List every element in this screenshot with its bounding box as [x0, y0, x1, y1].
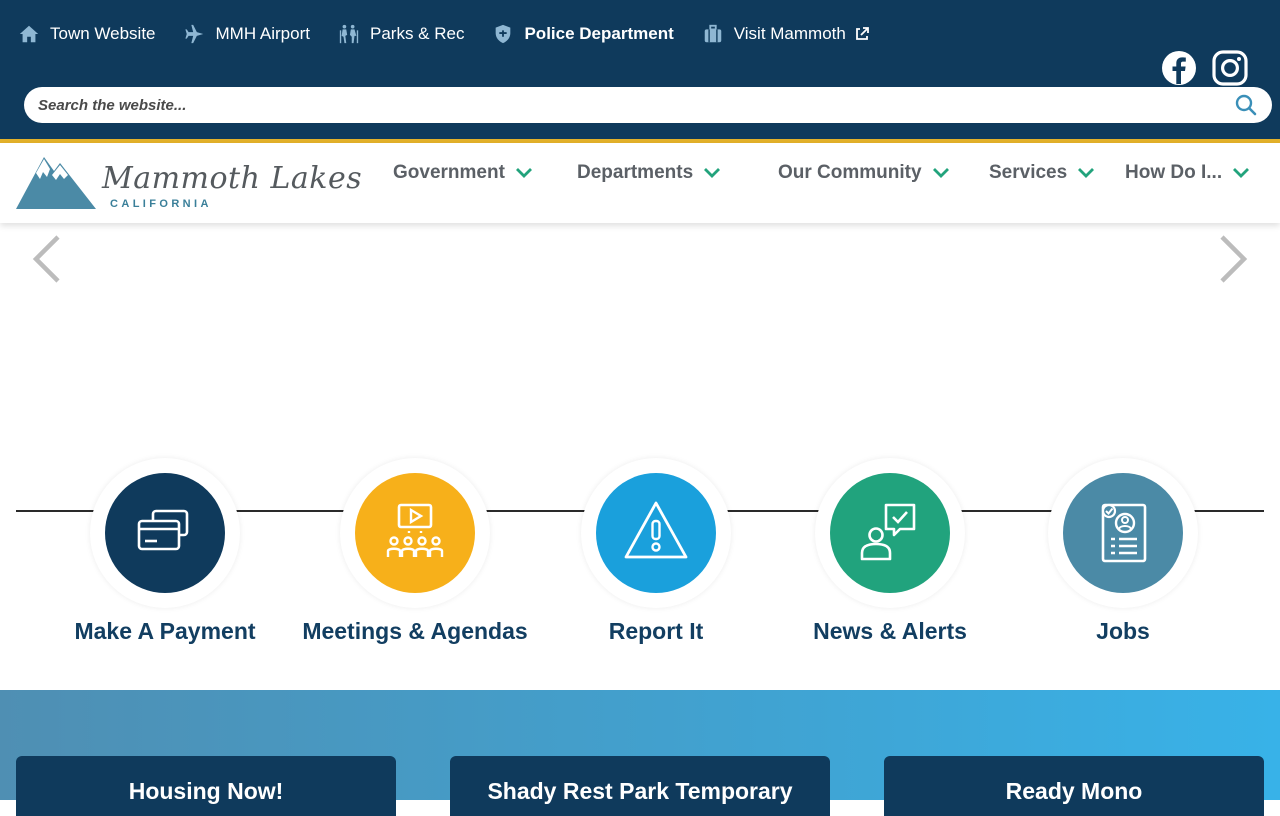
- utility-link-mmh-airport[interactable]: MMH Airport: [184, 23, 310, 45]
- payment-cards-icon: [137, 509, 189, 551]
- utility-link-visit-mammoth[interactable]: Visit Mammoth: [702, 23, 870, 45]
- logo[interactable]: Mammoth Lakes CALIFORNIA: [16, 153, 366, 213]
- search-bar: [24, 87, 1272, 123]
- quick-link-circle: [105, 473, 225, 593]
- utility-link-police-department[interactable]: Police Department: [492, 23, 674, 45]
- nav-how-do-i[interactable]: How Do I...: [1125, 159, 1250, 187]
- utility-link-label: Town Website: [50, 24, 156, 43]
- card-ready-mono[interactable]: Ready Mono: [884, 756, 1264, 816]
- quick-link-jobs[interactable]: Jobs: [993, 458, 1253, 658]
- site-header: Mammoth Lakes CALIFORNIA Government Depa…: [0, 143, 1280, 223]
- logo-subtitle: CALIFORNIA: [110, 198, 212, 210]
- nav-departments[interactable]: Departments: [577, 159, 721, 187]
- house-icon: [19, 25, 39, 43]
- quick-link-label: Meetings & Agendas: [302, 618, 528, 644]
- quick-link-circle: [596, 473, 716, 593]
- utility-links: Town Website MMH Airport Parks & Rec Pol…: [18, 20, 898, 48]
- utility-link-town-website[interactable]: Town Website: [18, 23, 156, 45]
- quick-link-label: News & Alerts: [813, 618, 967, 644]
- utility-link-label: Police Department: [524, 24, 674, 43]
- warning-triangle-icon: [624, 501, 688, 559]
- nav-label: Services: [989, 162, 1068, 183]
- quick-link-circle: [355, 473, 475, 593]
- quick-link-label: Report It: [608, 618, 704, 644]
- chevron-down-icon: [932, 168, 949, 178]
- nav-label: Departments: [577, 162, 694, 183]
- nav-services[interactable]: Services: [989, 159, 1095, 187]
- quick-link-label: Make A Payment: [74, 618, 256, 644]
- airplane-icon: [184, 24, 203, 44]
- utility-bar: Town Website MMH Airport Parks & Rec Pol…: [0, 0, 1280, 140]
- nav-government[interactable]: Government: [393, 159, 533, 187]
- instagram-icon: [1212, 50, 1248, 86]
- slider-next-arrow-icon[interactable]: [1216, 234, 1250, 284]
- chevron-down-icon: [704, 168, 721, 178]
- resume-document-icon: [1101, 503, 1147, 563]
- card-shady-rest-park[interactable]: Shady Rest Park Temporary: [450, 756, 830, 816]
- quick-link-report-it[interactable]: Report It: [526, 458, 786, 658]
- quick-link-circle: [830, 473, 950, 593]
- logo-script-text: Mammoth Lakes: [102, 161, 363, 196]
- chevron-down-icon: [515, 168, 532, 178]
- police-shield-icon: [496, 24, 511, 44]
- external-link-icon: [855, 27, 869, 40]
- card-title: Shady Rest Park Temporary: [487, 778, 793, 804]
- meeting-video-icon: [386, 503, 444, 557]
- utility-link-parks-rec[interactable]: Parks & Rec: [338, 23, 464, 45]
- hikers-icon: [339, 24, 359, 44]
- nav-label: Government: [393, 162, 505, 183]
- card-title: Ready Mono: [1005, 778, 1143, 804]
- nav-label: Our Community: [778, 162, 922, 183]
- quick-link-make-a-payment[interactable]: Make A Payment: [35, 458, 295, 658]
- card-title: Housing Now!: [128, 778, 284, 804]
- chevron-down-icon: [1233, 168, 1250, 178]
- quick-link-circle: [1063, 473, 1183, 593]
- facebook-link[interactable]: [1161, 50, 1197, 86]
- utility-link-label: Parks & Rec: [369, 24, 465, 43]
- facebook-icon: [1162, 51, 1196, 85]
- person-chat-check-icon: [860, 503, 916, 561]
- quick-link-news-alerts[interactable]: News & Alerts: [760, 458, 1020, 658]
- chevron-down-icon: [1078, 168, 1095, 178]
- slider-prev-arrow-icon[interactable]: [30, 234, 64, 284]
- mountain-logo-icon: [16, 157, 96, 209]
- quick-link-label: Jobs: [1096, 618, 1150, 644]
- suitcase-icon: [704, 24, 721, 43]
- nav-our-community[interactable]: Our Community: [778, 159, 950, 187]
- utility-link-label: MMH Airport: [215, 24, 310, 43]
- quick-link-meetings-agendas[interactable]: Meetings & Agendas: [285, 458, 545, 658]
- card-housing-now[interactable]: Housing Now!: [16, 756, 396, 816]
- utility-link-label: Visit Mammoth: [733, 24, 846, 43]
- instagram-link[interactable]: [1212, 50, 1248, 86]
- search-icon[interactable]: [1234, 93, 1258, 117]
- search-input[interactable]: [24, 87, 1224, 123]
- nav-label: How Do I...: [1125, 162, 1223, 183]
